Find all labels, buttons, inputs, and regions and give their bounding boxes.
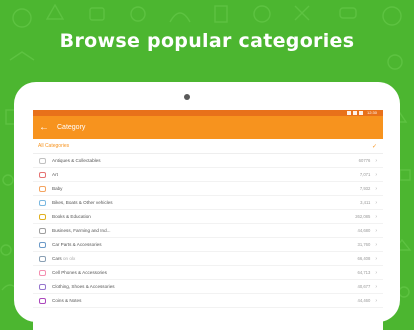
category-count: 31,760 xyxy=(357,242,371,247)
anchor-icon xyxy=(38,227,46,234)
category-name: Art xyxy=(52,172,58,177)
category-row[interactable]: Business, Farming and Ind... 44,680 › xyxy=(33,224,383,238)
category-row[interactable]: Bikes, Boats & Other vehicles 3,411 › xyxy=(33,196,383,210)
category-list: Antiques & Collectables 60776 › Art 7,071 › Ba… xyxy=(33,154,383,308)
category-label: Books & Education xyxy=(52,214,355,219)
category-row[interactable]: Coins & Notes 44,460 › xyxy=(33,294,383,308)
chevron-right-icon: › xyxy=(375,185,377,192)
category-row[interactable]: Antiques & Collectables 60776 › xyxy=(33,154,383,168)
category-label: Coins & Notes xyxy=(52,298,358,303)
bike-icon xyxy=(38,199,46,206)
page-title: Category xyxy=(57,124,86,131)
status-bar: 12:30 xyxy=(33,110,383,116)
status-time: 12:30 xyxy=(366,110,377,115)
headline: Browse popular categories xyxy=(59,30,355,52)
app-bar: ← Category xyxy=(33,116,383,139)
category-count: 40,677 xyxy=(357,284,371,289)
category-count: 7,932 xyxy=(359,186,371,191)
book-icon xyxy=(38,213,46,220)
chevron-right-icon: › xyxy=(375,255,377,262)
category-count: 66,408 xyxy=(357,256,371,261)
category-row[interactable]: Cars on olx 66,408 › xyxy=(33,252,383,266)
chevron-right-icon: › xyxy=(375,269,377,276)
category-row[interactable]: Clothing, Shoes & Accessories 40,677 › xyxy=(33,280,383,294)
bottle-icon xyxy=(38,185,46,192)
category-count: 64,713 xyxy=(357,270,371,275)
wifi-icon xyxy=(346,111,351,115)
category-label: Car Parts & Accessories xyxy=(52,242,358,247)
all-categories-label: All Categories xyxy=(38,143,70,149)
category-count: 44,460 xyxy=(357,298,371,303)
chevron-right-icon: › xyxy=(375,171,377,178)
category-name: Antiques & Collectables xyxy=(52,158,101,163)
app-screen: 12:30 ← Category All Categories ✓ Antiqu… xyxy=(33,110,383,330)
category-name: Cell Phones & Accessories xyxy=(52,270,107,275)
category-row[interactable]: Books & Education 262,085 › xyxy=(33,210,383,224)
battery-icon xyxy=(358,111,363,115)
category-label: Clothing, Shoes & Accessories xyxy=(52,284,358,289)
chevron-right-icon: › xyxy=(375,241,377,248)
category-label: Baby xyxy=(52,186,360,191)
category-name: Coins & Notes xyxy=(52,298,82,303)
category-label: Cell Phones & Accessories xyxy=(52,270,358,275)
chevron-right-icon: › xyxy=(375,199,377,206)
category-row[interactable]: Art 7,071 › xyxy=(33,168,383,182)
chevron-right-icon: › xyxy=(375,157,377,164)
category-row[interactable]: Car Parts & Accessories 31,760 › xyxy=(33,238,383,252)
category-name: Car Parts & Accessories xyxy=(52,242,102,247)
car-icon xyxy=(38,255,46,262)
vase-icon xyxy=(38,157,46,164)
category-sublabel: on olx xyxy=(62,256,76,261)
phone-icon xyxy=(38,269,46,276)
category-name: Business, Farming and Ind... xyxy=(52,228,111,233)
category-name: Books & Education xyxy=(52,214,91,219)
car-part-icon xyxy=(38,241,46,248)
category-count: 262,085 xyxy=(355,214,371,219)
camera-dot xyxy=(184,94,190,100)
coins-icon xyxy=(38,297,46,304)
tablet-frame: 12:30 ← Category All Categories ✓ Antiqu… xyxy=(14,82,400,330)
category-label: Art xyxy=(52,172,360,177)
category-count: 7,071 xyxy=(359,172,371,177)
chevron-right-icon: › xyxy=(375,297,377,304)
category-label: Cars on olx xyxy=(52,256,358,261)
chevron-right-icon: › xyxy=(375,227,377,234)
category-count: 60776 xyxy=(358,158,371,163)
category-label: Business, Farming and Ind... xyxy=(52,228,358,233)
category-name: Clothing, Shoes & Accessories xyxy=(52,284,115,289)
category-name: Bikes, Boats & Other vehicles xyxy=(52,200,113,205)
signal-icon xyxy=(352,111,357,115)
category-name: Cars xyxy=(52,256,62,261)
all-categories-row[interactable]: All Categories ✓ xyxy=(33,139,383,154)
category-count: 44,680 xyxy=(357,228,371,233)
check-icon: ✓ xyxy=(371,143,377,150)
shirt-icon xyxy=(38,283,46,290)
category-count: 3,411 xyxy=(360,200,371,205)
status-icons: 12:30 xyxy=(346,110,377,116)
category-name: Baby xyxy=(52,186,63,191)
category-label: Antiques & Collectables xyxy=(52,158,359,163)
category-row[interactable]: Baby 7,932 › xyxy=(33,182,383,196)
category-row[interactable]: Cell Phones & Accessories 64,713 › xyxy=(33,266,383,280)
arrow-left-icon[interactable]: ← xyxy=(35,122,53,133)
chevron-right-icon: › xyxy=(375,283,377,290)
chevron-right-icon: › xyxy=(375,213,377,220)
palette-icon xyxy=(38,171,46,178)
category-label: Bikes, Boats & Other vehicles xyxy=(52,200,360,205)
